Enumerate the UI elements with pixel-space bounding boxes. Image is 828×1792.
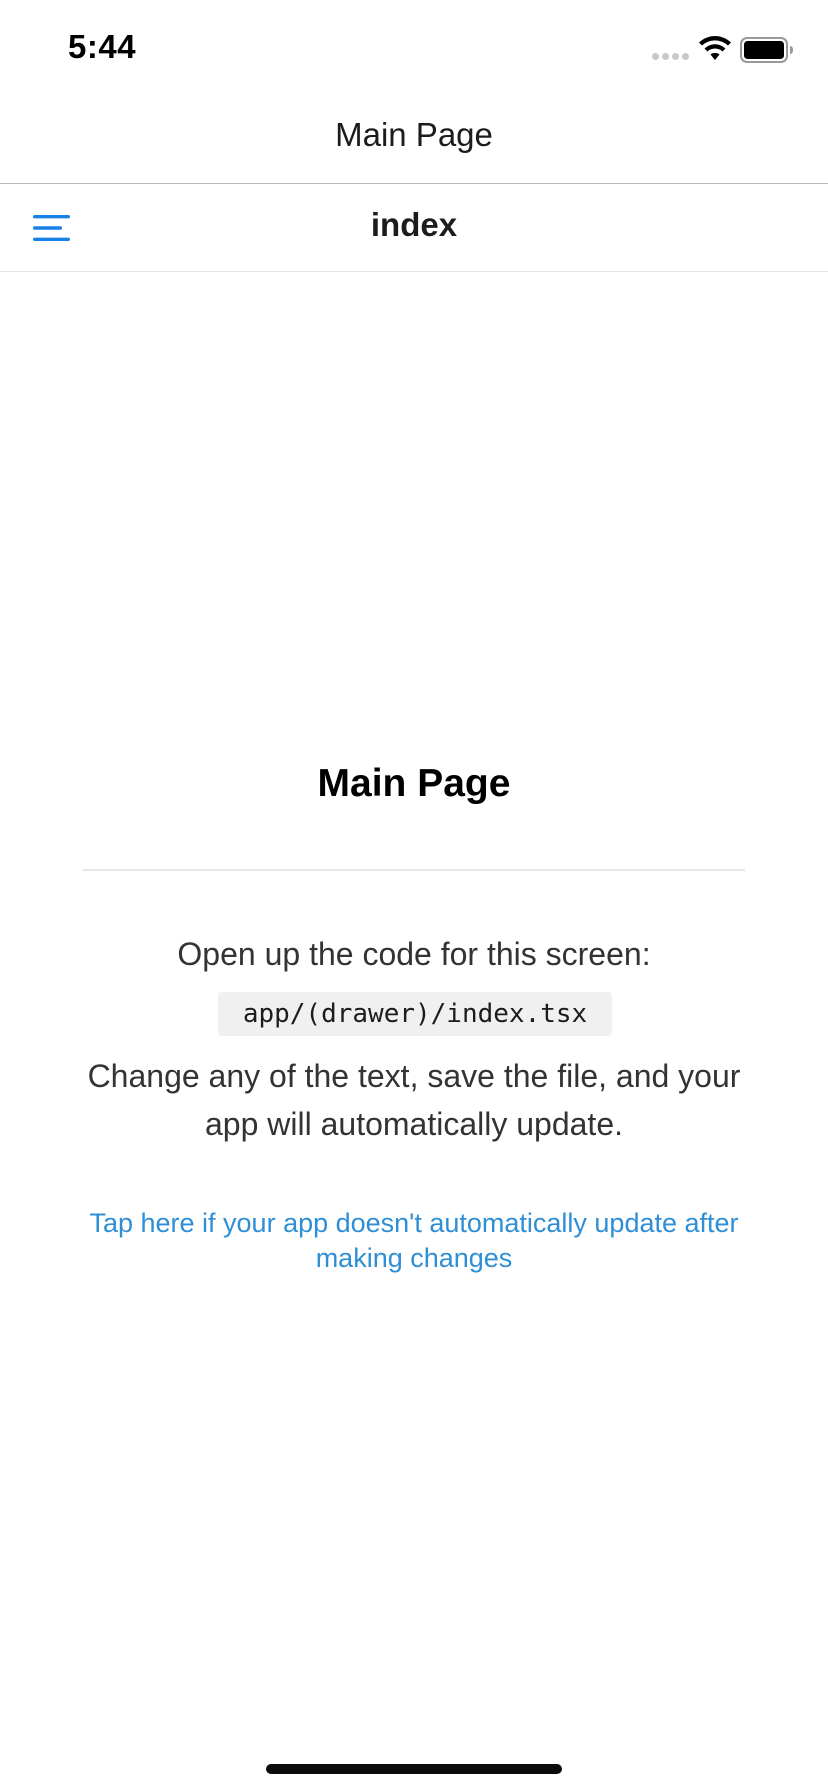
status-time: 5:44 (68, 28, 137, 65)
help-link[interactable]: Tap here if your app doesn't automatical… (50, 1206, 778, 1276)
instruction-text: Change any of the text, save the file, a… (87, 1058, 741, 1142)
drawer-header: index (0, 184, 828, 272)
divider (83, 869, 745, 871)
home-indicator[interactable] (266, 1764, 562, 1774)
nav-title: Main Page (335, 116, 493, 153)
status-bar: 5:44 (0, 0, 828, 92)
drawer-title: index (370, 206, 458, 243)
intro-text: Open up the code for this screen: (177, 936, 651, 972)
page-title: Main Page (317, 762, 511, 805)
cellular-signal-icon (652, 53, 689, 60)
code-path: app/(drawer)/index.tsx (218, 992, 612, 1036)
wifi-icon (699, 36, 731, 60)
navigation-header: Main Page (0, 92, 828, 184)
battery-icon (740, 37, 793, 63)
